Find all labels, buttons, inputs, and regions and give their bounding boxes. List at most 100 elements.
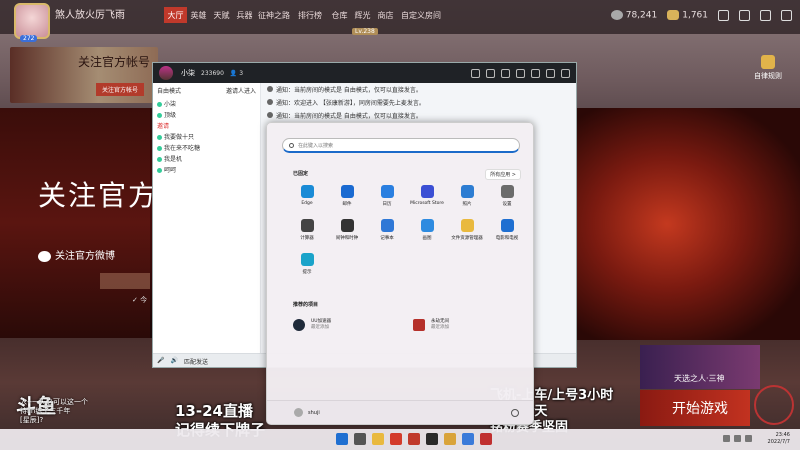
gamepad-icon[interactable] [516,68,525,78]
pinned-app-label: 日历 [382,202,392,207]
gold-coin-icon [667,10,680,21]
pinned-app[interactable]: 文件资源管理器 [447,219,487,241]
game-nav: 大厅 英雄 天赋 兵器 征神之路 排行榜 仓库 辉光 商店 自定义房间 [164,7,445,23]
taskbar-app-icon[interactable] [462,433,474,445]
rules-entry[interactable]: 自律规则 [754,55,782,81]
pinned-title: 已固定 [293,171,309,177]
power-icon[interactable] [511,409,519,417]
member-row[interactable]: 我在来不吃糖 [157,143,256,152]
member-list: 自由模式 邀请人进入 小柒 顶级 邀请 我要做十只 我在来不吃糖 我是机 呵呵 [153,83,261,367]
pinned-app-label: Microsoft Store [410,201,444,206]
user-icon[interactable] [294,408,303,417]
taskbar-app-icon[interactable] [390,433,402,445]
pinned-app-label: 闹钟和时钟 [335,236,359,241]
gold-currency: 1,761 [667,10,708,21]
follow-bar [100,273,150,289]
folder-icon [460,219,474,232]
system-tray [723,435,752,442]
avatar[interactable] [159,66,173,80]
taskbar-app-icon[interactable] [372,433,384,445]
taskbar-app-icon[interactable] [480,433,492,445]
start-game-button[interactable]: 开始游戏 [640,390,750,426]
windows-start-icon[interactable] [336,433,348,445]
gift-icon[interactable] [739,10,750,21]
taskbar-app-icon[interactable] [354,433,366,445]
pinned-app-label: 计算器 [300,236,314,241]
all-apps-button[interactable]: 所有应用 > [485,169,521,180]
nav-lobby[interactable]: 大厅 [164,7,187,23]
level-badge: 272 [20,35,38,42]
promo-button[interactable]: 关注官方帐号 [96,83,145,96]
send-mode[interactable]: 匹配发送 [184,357,208,366]
pinned-app[interactable]: 画图 [407,219,447,241]
pinned-app[interactable]: Edge [287,185,327,207]
pinned-app[interactable]: 邮件 [327,185,367,207]
close-icon[interactable] [561,68,570,78]
info-icon [267,99,273,105]
chat-user-name: 小柒 [181,69,195,77]
minimize-icon[interactable] [531,68,540,78]
member-row[interactable]: 小柒 [157,99,256,108]
member-row[interactable]: 我要做十只 [157,132,256,141]
taskbar-app-icon[interactable] [408,433,420,445]
silver-currency: 78,241 [610,10,657,21]
pinned-app[interactable]: 照片 [447,185,487,207]
clock[interactable]: 23:46 2022/7/7 [768,432,790,445]
hero-card[interactable]: 天选之人·三神 [640,345,760,389]
pinned-app[interactable]: 计算器 [287,219,327,241]
nav-glow[interactable]: 辉光 [351,10,374,23]
mail-icon[interactable] [718,10,729,21]
nav-custom-room[interactable]: 自定义房间 [397,10,445,23]
follow-promo-card[interactable]: 关注官方帐号 关注官方帐号 [10,47,158,103]
weibo-follow[interactable]: 关注官方微博 [38,247,115,262]
pinned-app[interactable]: 闹钟和时钟 [327,219,367,241]
member-row[interactable]: 我是机 [157,154,256,163]
friends-icon[interactable] [760,10,771,21]
currency-bar: 78,241 1,761 [610,10,792,21]
nav-storage[interactable]: 仓库 [328,10,351,23]
maximize-icon[interactable] [546,68,555,78]
home-icon[interactable] [486,68,495,78]
mic-icon[interactable]: 🎤 [157,357,164,364]
pinned-app[interactable]: 日历 [367,185,407,207]
pinned-app[interactable]: 设置 [487,185,527,207]
recommended-item[interactable]: UU加速器 最近添加 [293,319,393,331]
pinned-app-label: 提示 [302,270,312,275]
pinned-app[interactable]: 电影和电视 [487,219,527,241]
network-icon[interactable] [723,435,730,442]
taskbar-app-icon[interactable] [444,433,456,445]
nav-ranking[interactable]: 排行榜 [292,10,328,23]
recommended-list: UU加速器 最近添加 永劫无间 最近添加 [293,319,513,331]
member-row[interactable]: 顶级 [157,110,256,119]
gear-icon[interactable] [781,10,792,21]
start-footer: shuji [267,400,533,424]
follow-official-heading: 关注官方 [38,179,159,212]
silver-coin-icon [610,10,623,21]
nav-heroes[interactable]: 英雄 [187,10,210,23]
pinned-app[interactable]: Microsoft Store [407,185,447,207]
start-menu: 在此键入以搜索 已固定 所有应用 > Edge 邮件 日历 Microsoft Sto… [266,122,534,425]
player-avatar[interactable]: 272 [14,3,50,42]
user-name[interactable]: shuji [308,410,320,416]
nav-shop[interactable]: 商店 [374,10,397,23]
nav-path[interactable]: 征神之路 [256,10,292,23]
battery-icon[interactable] [745,435,752,442]
recommended-item[interactable]: 永劫无间 最近添加 [413,319,513,331]
member-row[interactable]: 邀请 [157,121,256,130]
player-level: Lv.238 [352,28,378,35]
volume-icon[interactable] [734,435,741,442]
start-search-input[interactable]: 在此键入以搜索 [282,138,520,153]
screen-icon[interactable] [471,68,480,78]
left-banner [0,108,150,338]
taskbar-app-icon[interactable] [426,433,438,445]
speaker-icon[interactable]: 🔊 [170,357,177,364]
grid-icon[interactable] [501,68,510,78]
notepad-icon [380,219,394,232]
nav-weapons[interactable]: 兵器 [233,10,256,23]
info-icon [267,112,273,118]
member-row[interactable]: 呵呵 [157,165,256,174]
pinned-app-label: 画图 [422,236,432,241]
pinned-app[interactable]: 记事本 [367,219,407,241]
pinned-app[interactable]: 提示 [287,253,327,275]
nav-talent[interactable]: 天赋 [210,10,233,23]
